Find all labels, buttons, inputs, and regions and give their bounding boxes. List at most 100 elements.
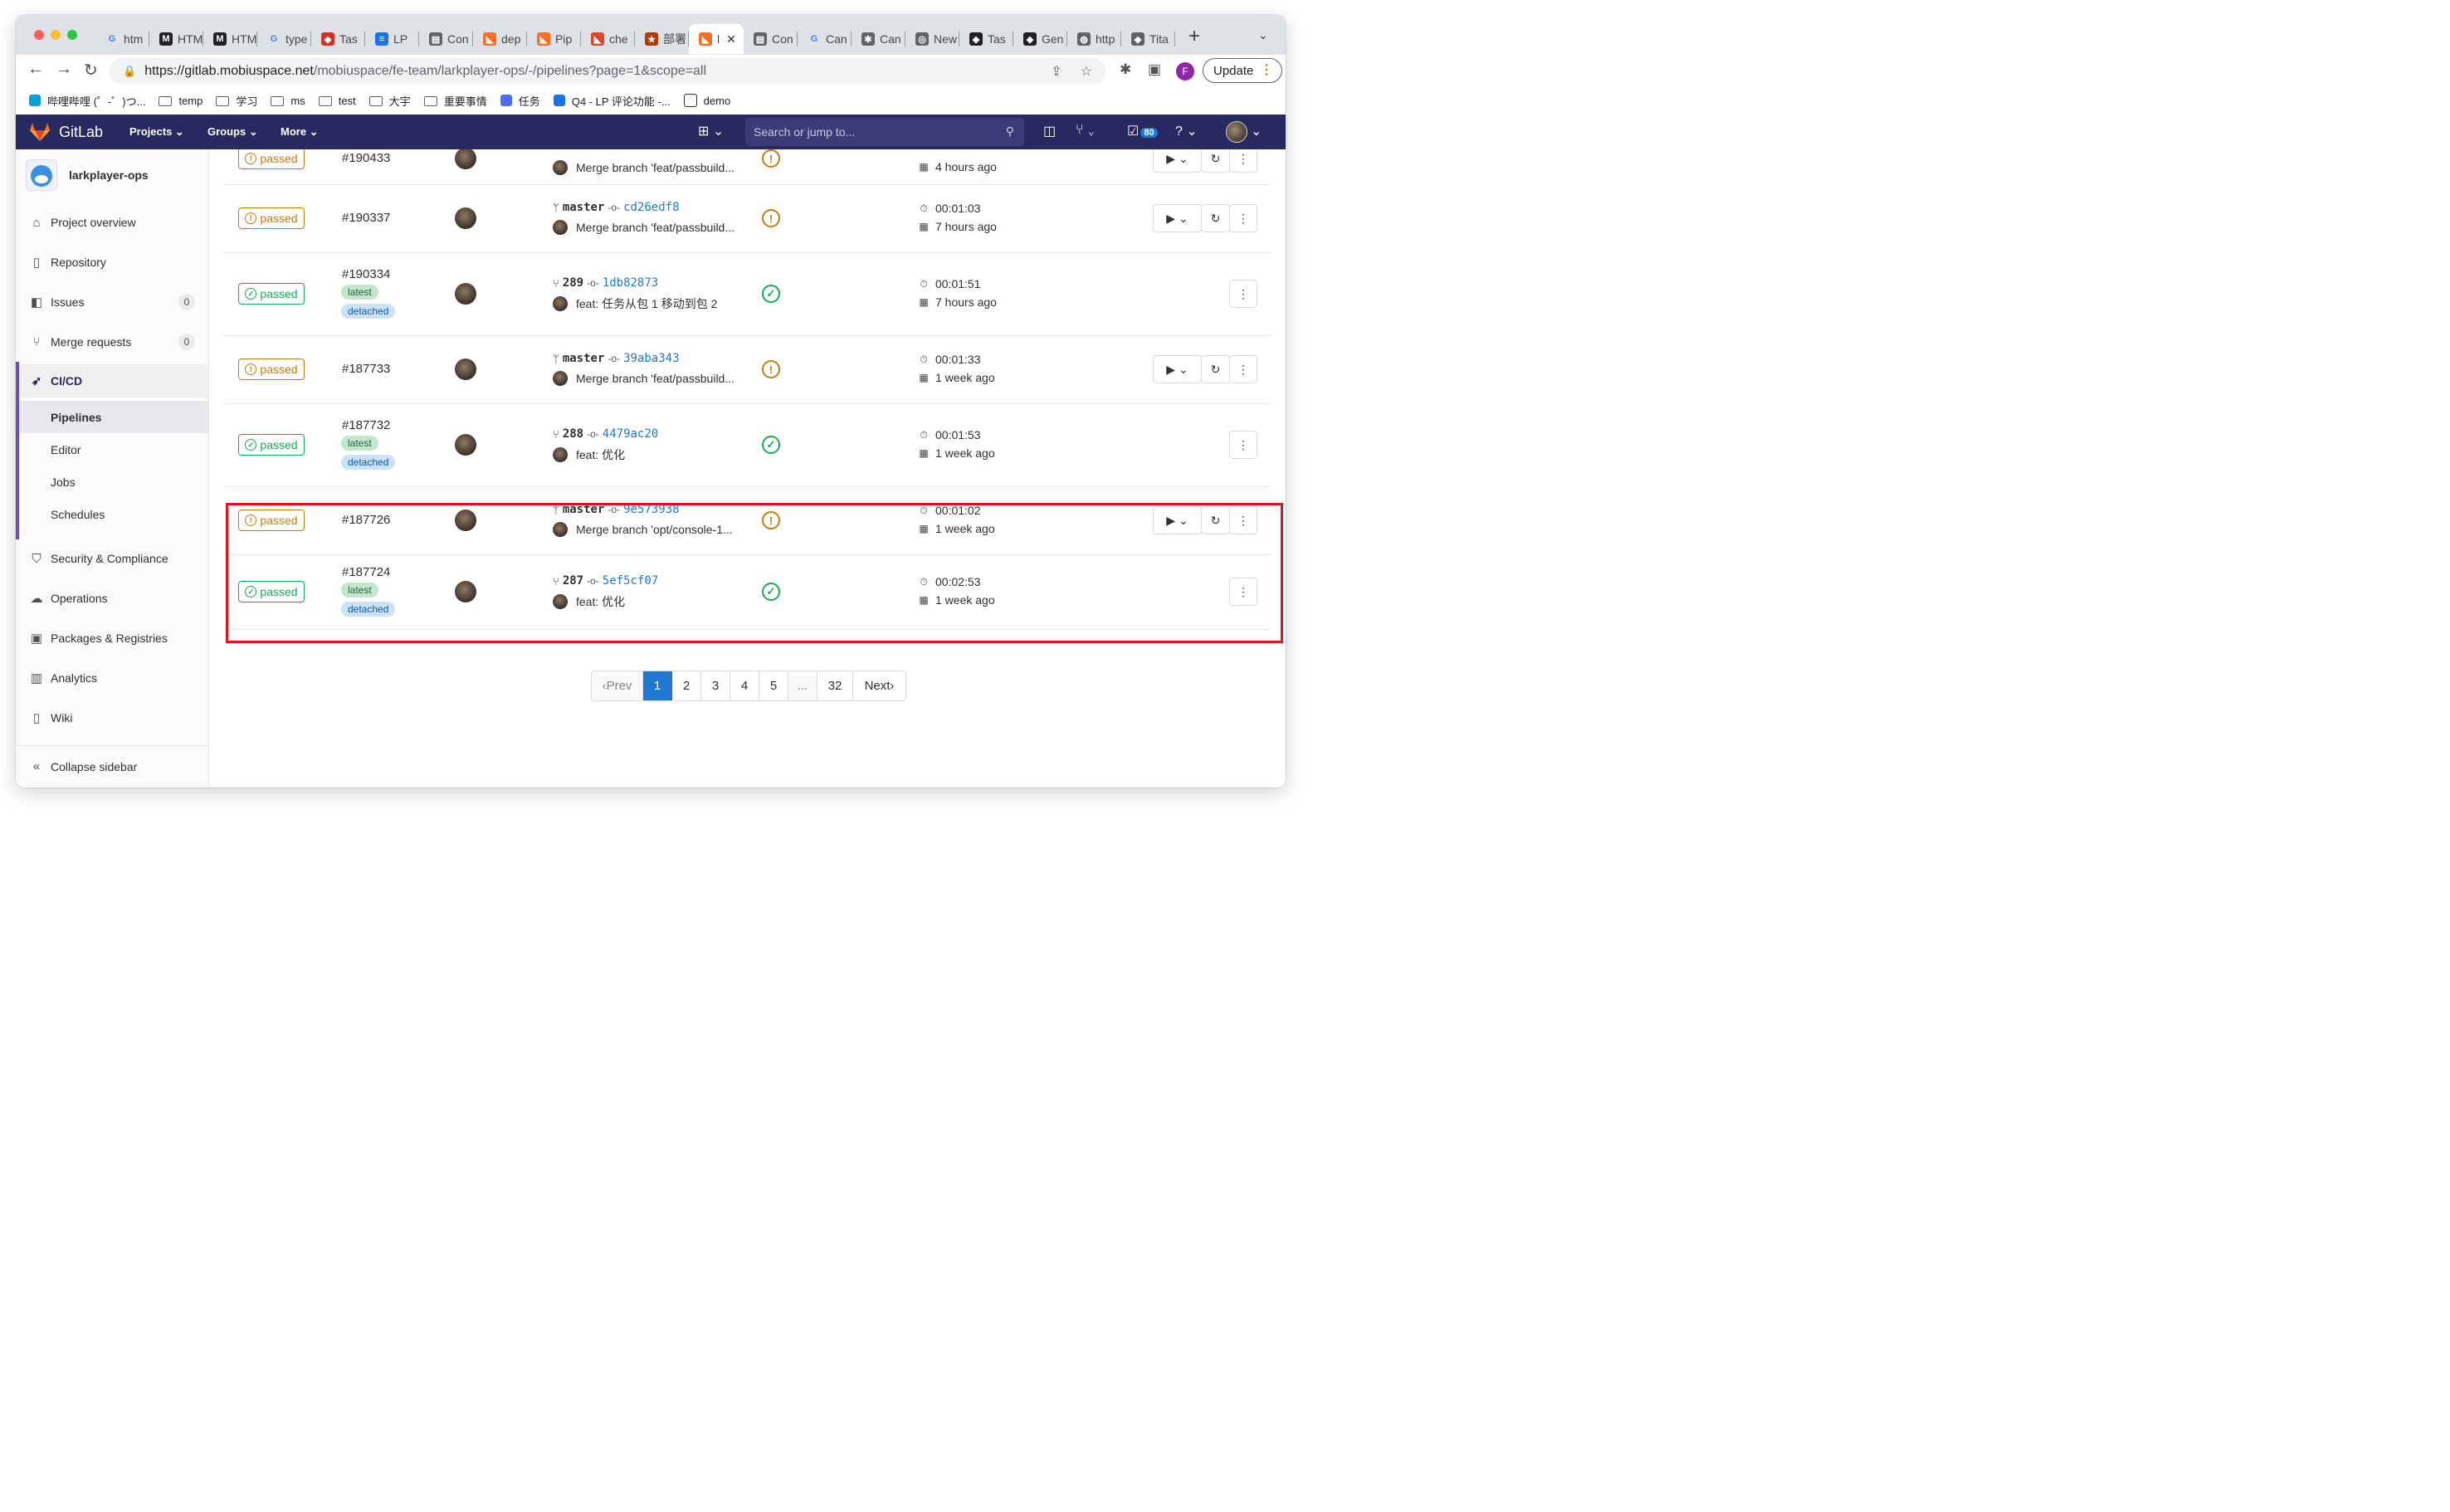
pipeline-id[interactable]: #187732: [342, 418, 390, 432]
merge-request-number[interactable]: 288: [563, 427, 583, 441]
commit-sha[interactable]: 1db82873: [603, 276, 658, 290]
browser-tab[interactable]: ◣ che: [581, 24, 635, 54]
sidebar-item-merge-requests[interactable]: ⑂ Merge requests 0: [16, 325, 208, 358]
sidebar-item-ci-cd[interactable]: ➶ CI/CD: [16, 364, 208, 398]
browser-tab[interactable]: ◆ Gen: [1013, 24, 1067, 54]
browser-tab[interactable]: ◣ dep: [473, 24, 527, 54]
pipeline-id[interactable]: #187733: [342, 362, 390, 376]
bookmark-item[interactable]: 大宇: [368, 93, 411, 109]
bookmark-item[interactable]: 学习: [216, 93, 257, 109]
close-tab-icon[interactable]: ✕: [726, 32, 736, 46]
browser-tab[interactable]: ★ 部署: [635, 24, 689, 54]
sidebar-subitem-jobs[interactable]: Jobs: [16, 466, 208, 498]
minimize-window-button[interactable]: [51, 30, 61, 40]
browser-tab[interactable]: G Can: [798, 24, 852, 54]
page-4-button[interactable]: 4: [730, 671, 759, 700]
bookmark-item[interactable]: ms: [271, 95, 305, 107]
status-badge[interactable]: ✓ passed: [238, 283, 305, 305]
search-input[interactable]: Search or jump to... ⚲: [745, 118, 1024, 146]
pipeline-id[interactable]: #190433: [342, 151, 390, 165]
more-actions-button[interactable]: ⋮: [1229, 149, 1257, 173]
sidebar-subitem-editor[interactable]: Editor: [16, 433, 208, 466]
bookmark-star-icon[interactable]: ☆: [1081, 63, 1092, 80]
bookmark-item[interactable]: 哔哩哔哩 (゜-゜)つ...: [29, 93, 145, 109]
sidebar-item-operations[interactable]: ☁ Operations: [16, 582, 208, 615]
browser-tab[interactable]: ◎ New: [905, 24, 959, 54]
commit-title[interactable]: feat: 优化: [576, 446, 625, 463]
retry-button[interactable]: ↻: [1201, 149, 1230, 173]
commit-sha[interactable]: 4479ac20: [603, 427, 658, 441]
update-button[interactable]: Update ⋮: [1203, 58, 1282, 83]
collapse-sidebar-button[interactable]: « Collapse sidebar: [16, 745, 208, 787]
sidebar-subitem-schedules[interactable]: Schedules: [16, 498, 208, 530]
run-manual-job-button[interactable]: ▶ ⌄: [1153, 355, 1202, 383]
pipeline-id[interactable]: #190337: [342, 211, 390, 225]
user-menu-chevron-icon[interactable]: ⌄: [1251, 123, 1262, 139]
browser-tab[interactable]: Ghtm: [95, 24, 149, 54]
user-avatar[interactable]: [1226, 121, 1247, 143]
triggerer-avatar[interactable]: [455, 207, 476, 229]
commit-sha[interactable]: 39aba343: [623, 352, 679, 365]
browser-tab[interactable]: ◣ Pip: [527, 24, 581, 54]
nav-projects[interactable]: Projects ⌄: [129, 125, 184, 139]
triggerer-avatar[interactable]: [455, 283, 476, 305]
browser-tab[interactable]: ≡ LP: [365, 24, 419, 54]
page-3-button[interactable]: 3: [701, 671, 730, 700]
gitlab-logo[interactable]: GitLab: [29, 122, 103, 142]
run-manual-job-button[interactable]: ▶ ⌄: [1153, 204, 1202, 232]
pipeline-id[interactable]: #190334: [342, 267, 390, 281]
status-badge[interactable]: ✓ passed: [238, 434, 305, 456]
stage-warning-icon[interactable]: !: [762, 149, 780, 168]
sidebar-item-wiki[interactable]: ▯ Wiki: [16, 701, 208, 734]
help-icon[interactable]: ? ⌄: [1175, 123, 1198, 139]
commit-title[interactable]: Merge branch 'feat/passbuild...: [576, 161, 735, 174]
merge-request-number[interactable]: 289: [563, 276, 583, 290]
run-manual-job-button[interactable]: ▶ ⌄: [1153, 149, 1202, 173]
page-1-button[interactable]: 1: [643, 671, 672, 700]
browser-tab[interactable]: ◆ Tas: [959, 24, 1013, 54]
stage-warning-icon[interactable]: !: [762, 360, 780, 378]
browser-tab[interactable]: ◣ l ✕: [689, 24, 744, 54]
tab-search-chevron-icon[interactable]: ⌄: [1258, 28, 1268, 42]
status-badge[interactable]: ! passed: [238, 358, 305, 380]
issues-icon[interactable]: ◫: [1043, 123, 1056, 139]
bookmark-item[interactable]: temp: [159, 95, 203, 107]
nav-groups[interactable]: Groups ⌄: [207, 125, 258, 139]
browser-tab[interactable]: ✱ Can: [852, 24, 905, 54]
side-panel-icon[interactable]: ▣: [1148, 61, 1161, 78]
next-page-button[interactable]: Next ›: [853, 671, 905, 700]
merge-requests-icon[interactable]: ⑂ ⌄: [1076, 123, 1096, 138]
browser-tab[interactable]: ◆ Tas: [311, 24, 365, 54]
bookmark-item[interactable]: test: [318, 95, 356, 107]
commit-title[interactable]: feat: 任务从包 1 移动到包 2: [576, 295, 717, 312]
more-actions-button[interactable]: ⋮: [1229, 280, 1257, 308]
branch-name[interactable]: master: [563, 352, 605, 365]
branch-name[interactable]: master: [563, 201, 605, 214]
prev-page-button[interactable]: ‹ Prev: [592, 671, 643, 700]
nav-more[interactable]: More ⌄: [281, 125, 319, 139]
bookmark-item[interactable]: demo: [683, 94, 730, 107]
stage-success-icon[interactable]: ✓: [762, 285, 780, 303]
browser-tab[interactable]: M HTM: [203, 24, 257, 54]
page-5-button[interactable]: 5: [759, 671, 788, 700]
project-header[interactable]: larkplayer-ops: [26, 159, 149, 191]
sidebar-item-project-overview[interactable]: ⌂ Project overview: [16, 206, 208, 239]
browser-tab[interactable]: M HTM: [149, 24, 203, 54]
page-32-button[interactable]: 32: [817, 671, 853, 700]
browser-tab[interactable]: ◍ http: [1067, 24, 1121, 54]
stage-success-icon[interactable]: ✓: [762, 436, 780, 454]
bookmark-item[interactable]: 任务: [500, 93, 540, 109]
page-2-button[interactable]: 2: [672, 671, 701, 700]
back-arrow-icon[interactable]: ←: [27, 60, 44, 79]
triggerer-avatar[interactable]: [455, 149, 476, 169]
sidebar-subitem-pipelines[interactable]: Pipelines: [16, 401, 208, 433]
profile-avatar[interactable]: F: [1176, 62, 1194, 80]
retry-button[interactable]: ↻: [1201, 204, 1230, 232]
forward-arrow-icon[interactable]: →: [56, 60, 72, 79]
stage-warning-icon[interactable]: !: [762, 209, 780, 227]
new-tab-button[interactable]: +: [1188, 25, 1200, 48]
triggerer-avatar[interactable]: [455, 358, 476, 380]
more-actions-button[interactable]: ⋮: [1229, 204, 1257, 232]
browser-tab[interactable]: ▤ Con: [744, 24, 798, 54]
sidebar-item-analytics[interactable]: ▥ Analytics: [16, 661, 208, 695]
